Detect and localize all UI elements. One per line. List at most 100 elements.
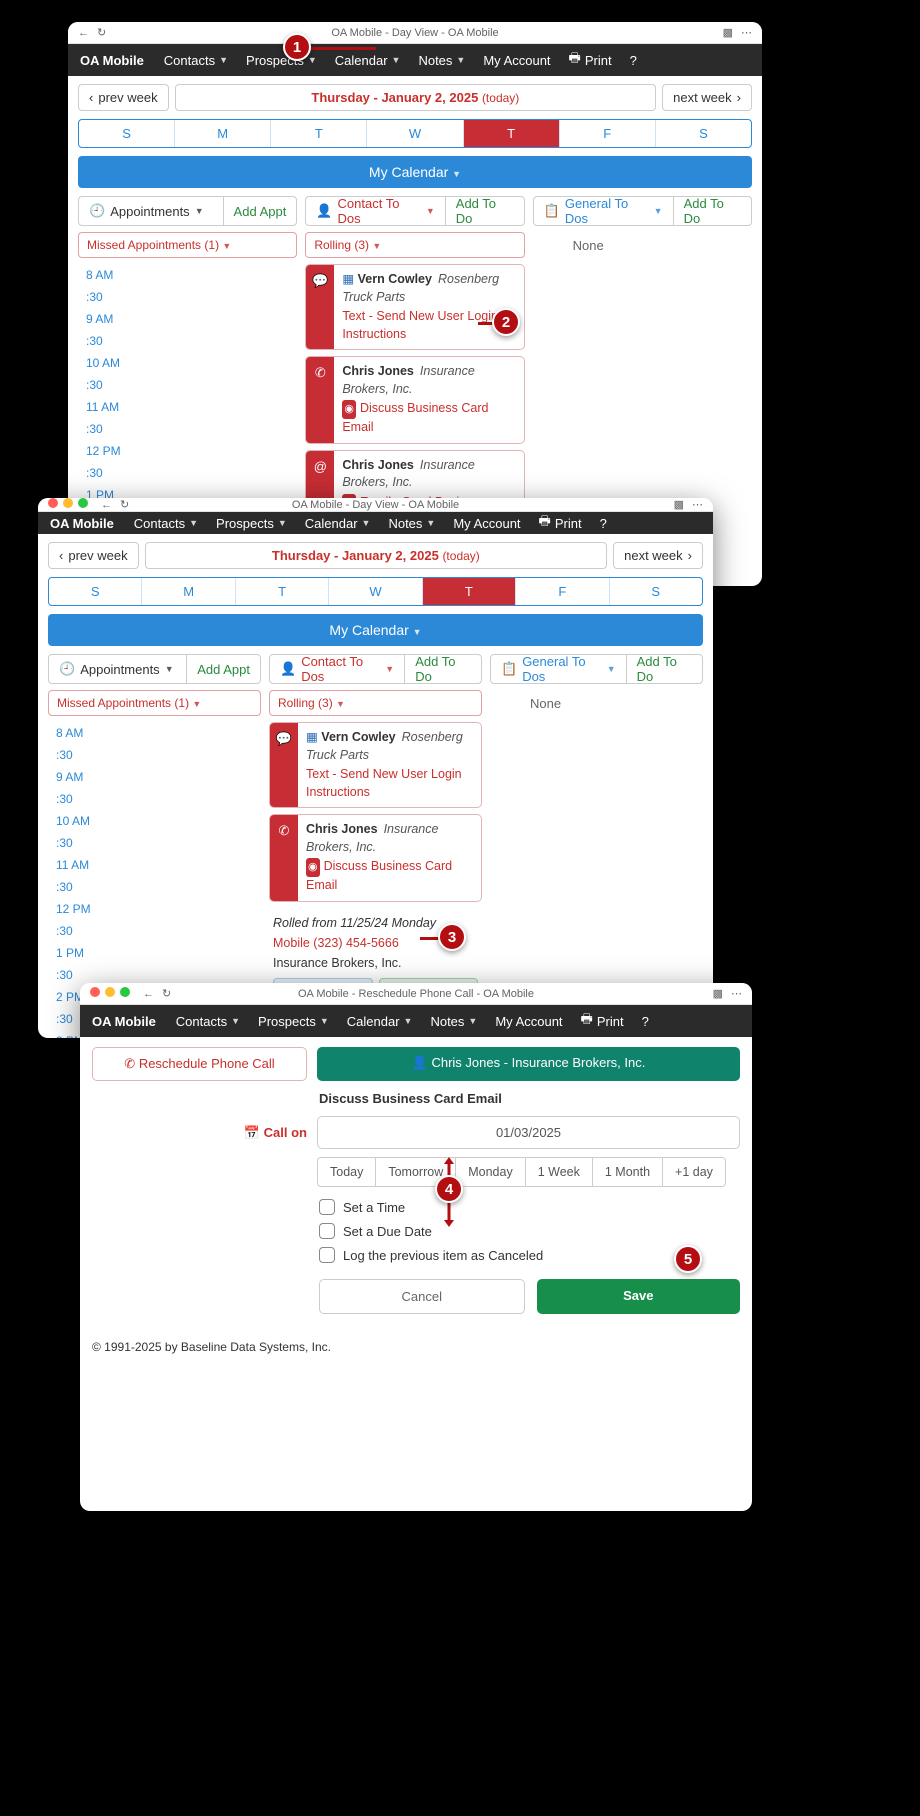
reschedule-phone-call-button[interactable]: ✆ Reschedule Phone Call — [92, 1047, 307, 1081]
step-badge-3: 3 — [438, 923, 466, 951]
add-contact-todo-button[interactable]: Add To Do — [404, 655, 481, 683]
day-t2[interactable]: T — [464, 120, 560, 147]
todo-card-expanded[interactable]: ✆ Chris JonesInsurance Brokers, Inc.◉Dis… — [269, 814, 482, 902]
step-badge-2: 2 — [492, 308, 520, 336]
menu-print[interactable]: 🖶Print — [575, 1010, 630, 1032]
subject: Discuss Business Card Email — [319, 1091, 740, 1106]
add-appt-button[interactable]: Add Appt — [223, 197, 297, 225]
todo-card[interactable]: 💬 ▦ Vern CowleyRosenberg Truck PartsText… — [305, 264, 524, 350]
save-button[interactable]: Save — [537, 1279, 741, 1314]
day-m[interactable]: M — [175, 120, 271, 147]
window-controls[interactable] — [90, 987, 135, 1000]
quick-date-buttons[interactable]: Today Tomorrow Monday 1 Week 1 Month +1 … — [317, 1157, 726, 1187]
add-appt-button[interactable]: Add Appt — [186, 655, 260, 683]
menu-notes[interactable]: Notes▼ — [412, 53, 471, 68]
next-week-button[interactable]: next week› — [662, 84, 752, 111]
cast-icon[interactable]: ▩ — [723, 26, 733, 39]
more-icon[interactable]: ⋯ — [731, 987, 742, 1000]
missed-appointments[interactable]: Missed Appointments (1) ▼ — [78, 232, 297, 258]
next-week-button[interactable]: next week› — [613, 542, 703, 569]
nav-back-icon[interactable]: ← — [143, 988, 154, 1000]
print-icon: 🖶 — [539, 512, 551, 534]
contact-todos-header[interactable]: 👤Contact To Dos▼ — [306, 196, 444, 226]
set-time-checkbox[interactable] — [319, 1199, 335, 1215]
set-due-checkbox[interactable] — [319, 1223, 335, 1239]
menu-contacts[interactable]: Contacts▼ — [158, 53, 234, 68]
rolling-todos[interactable]: Rolling (3) ▼ — [269, 690, 482, 716]
general-todos-header[interactable]: 📋General To Dos▼ — [534, 196, 673, 226]
general-todos-header[interactable]: 📋General To Dos▼ — [491, 654, 626, 684]
person-icon: 👤 — [316, 203, 332, 219]
menu-account[interactable]: My Account — [489, 1014, 568, 1029]
log-canceled-checkbox[interactable] — [319, 1247, 335, 1263]
more-icon[interactable]: ⋯ — [741, 26, 752, 39]
menu-calendar[interactable]: Calendar▼ — [299, 516, 377, 531]
menu-calendar[interactable]: Calendar▼ — [341, 1014, 419, 1029]
menu-notes[interactable]: Notes▼ — [382, 516, 441, 531]
weekday-tabs[interactable]: S M T W T F S — [78, 119, 752, 148]
menu-account[interactable]: My Account — [477, 53, 556, 68]
plus1day-button[interactable]: +1 day — [663, 1158, 725, 1186]
window-controls[interactable] — [48, 498, 93, 511]
contact-bar: 👤 Chris Jones - Insurance Brokers, Inc. — [317, 1047, 740, 1081]
add-general-todo-button[interactable]: Add To Do — [626, 655, 702, 683]
contact-todos-header[interactable]: 👤Contact To Dos▼ — [270, 654, 404, 684]
day-s2[interactable]: S — [656, 120, 751, 147]
refresh-icon[interactable]: ↻ — [162, 987, 171, 1000]
cancel-button[interactable]: Cancel — [319, 1279, 525, 1314]
time-slots[interactable]: 8 AM:309 AM:30 10 AM:3011 AM:30 12 PM:30… — [78, 264, 297, 528]
menu-prospects[interactable]: Prospects▼ — [252, 1014, 335, 1029]
org-name: Insurance Brokers, Inc. — [273, 956, 478, 970]
day-s[interactable]: S — [79, 120, 175, 147]
refresh-icon[interactable]: ↻ — [97, 26, 106, 39]
menu-print[interactable]: 🖶Print — [533, 512, 588, 534]
menu-notes[interactable]: Notes▼ — [424, 1014, 483, 1029]
menu-print[interactable]: 🖶Print — [563, 49, 618, 71]
menu-help[interactable]: ? — [624, 53, 643, 68]
day-t[interactable]: T — [271, 120, 367, 147]
nav-back-icon[interactable]: ← — [78, 27, 89, 39]
more-icon[interactable]: ⋯ — [692, 498, 703, 511]
refresh-icon[interactable]: ↻ — [120, 498, 129, 511]
add-general-todo-button[interactable]: Add To Do — [673, 197, 751, 225]
todo-card[interactable]: ✆ Chris JonesInsurance Brokers, Inc.◉Dis… — [305, 356, 524, 444]
text-icon: 💬 — [306, 265, 334, 349]
todo-card[interactable]: 💬 ▦ Vern CowleyRosenberg Truck PartsText… — [269, 722, 482, 808]
prev-week-button[interactable]: ‹prev week — [48, 542, 139, 569]
my-calendar-button[interactable]: My Calendar ▼ — [48, 614, 703, 646]
chevron-left-icon: ‹ — [89, 90, 93, 105]
caret-icon: ▼ — [426, 206, 435, 216]
appointments-header[interactable]: 🕘Appointments▼ — [49, 661, 184, 677]
today-button[interactable]: Today — [318, 1158, 376, 1186]
add-contact-todo-button[interactable]: Add To Do — [445, 197, 524, 225]
appointments-header[interactable]: 🕘Appointments▼ — [79, 203, 214, 219]
chevron-right-icon: › — [737, 90, 741, 105]
general-none: None — [490, 690, 703, 711]
caret-icon: ▼ — [456, 55, 465, 65]
menu-contacts[interactable]: Contacts▼ — [128, 516, 204, 531]
menu-calendar[interactable]: Calendar▼ — [329, 53, 407, 68]
date-header: Thursday - January 2, 2025 (today) — [145, 542, 608, 569]
menu-account[interactable]: My Account — [447, 516, 526, 531]
monday-button[interactable]: Monday — [456, 1158, 525, 1186]
prev-week-button[interactable]: ‹prev week — [78, 84, 169, 111]
date-input[interactable]: 01/03/2025 — [317, 1116, 740, 1149]
day-f[interactable]: F — [560, 120, 656, 147]
caret-icon: ▼ — [392, 55, 401, 65]
menu-contacts[interactable]: Contacts▼ — [170, 1014, 246, 1029]
menu-help[interactable]: ? — [636, 1014, 655, 1029]
phone-icon: ✆ — [270, 815, 298, 901]
grid-icon: ▦ — [342, 272, 357, 286]
nav-back-icon[interactable]: ← — [101, 499, 112, 511]
my-calendar-button[interactable]: My Calendar ▼ — [78, 156, 752, 188]
day-w[interactable]: W — [367, 120, 463, 147]
menu-prospects[interactable]: Prospects▼ — [240, 53, 323, 68]
menu-prospects[interactable]: Prospects▼ — [210, 516, 293, 531]
cast-icon[interactable]: ▩ — [713, 987, 723, 1000]
1month-button[interactable]: 1 Month — [593, 1158, 663, 1186]
rolling-todos[interactable]: Rolling (3) ▼ — [305, 232, 524, 258]
menu-help[interactable]: ? — [594, 516, 613, 531]
1week-button[interactable]: 1 Week — [526, 1158, 593, 1186]
cast-icon[interactable]: ▩ — [674, 498, 684, 511]
missed-appointments[interactable]: Missed Appointments (1) ▼ — [48, 690, 261, 716]
